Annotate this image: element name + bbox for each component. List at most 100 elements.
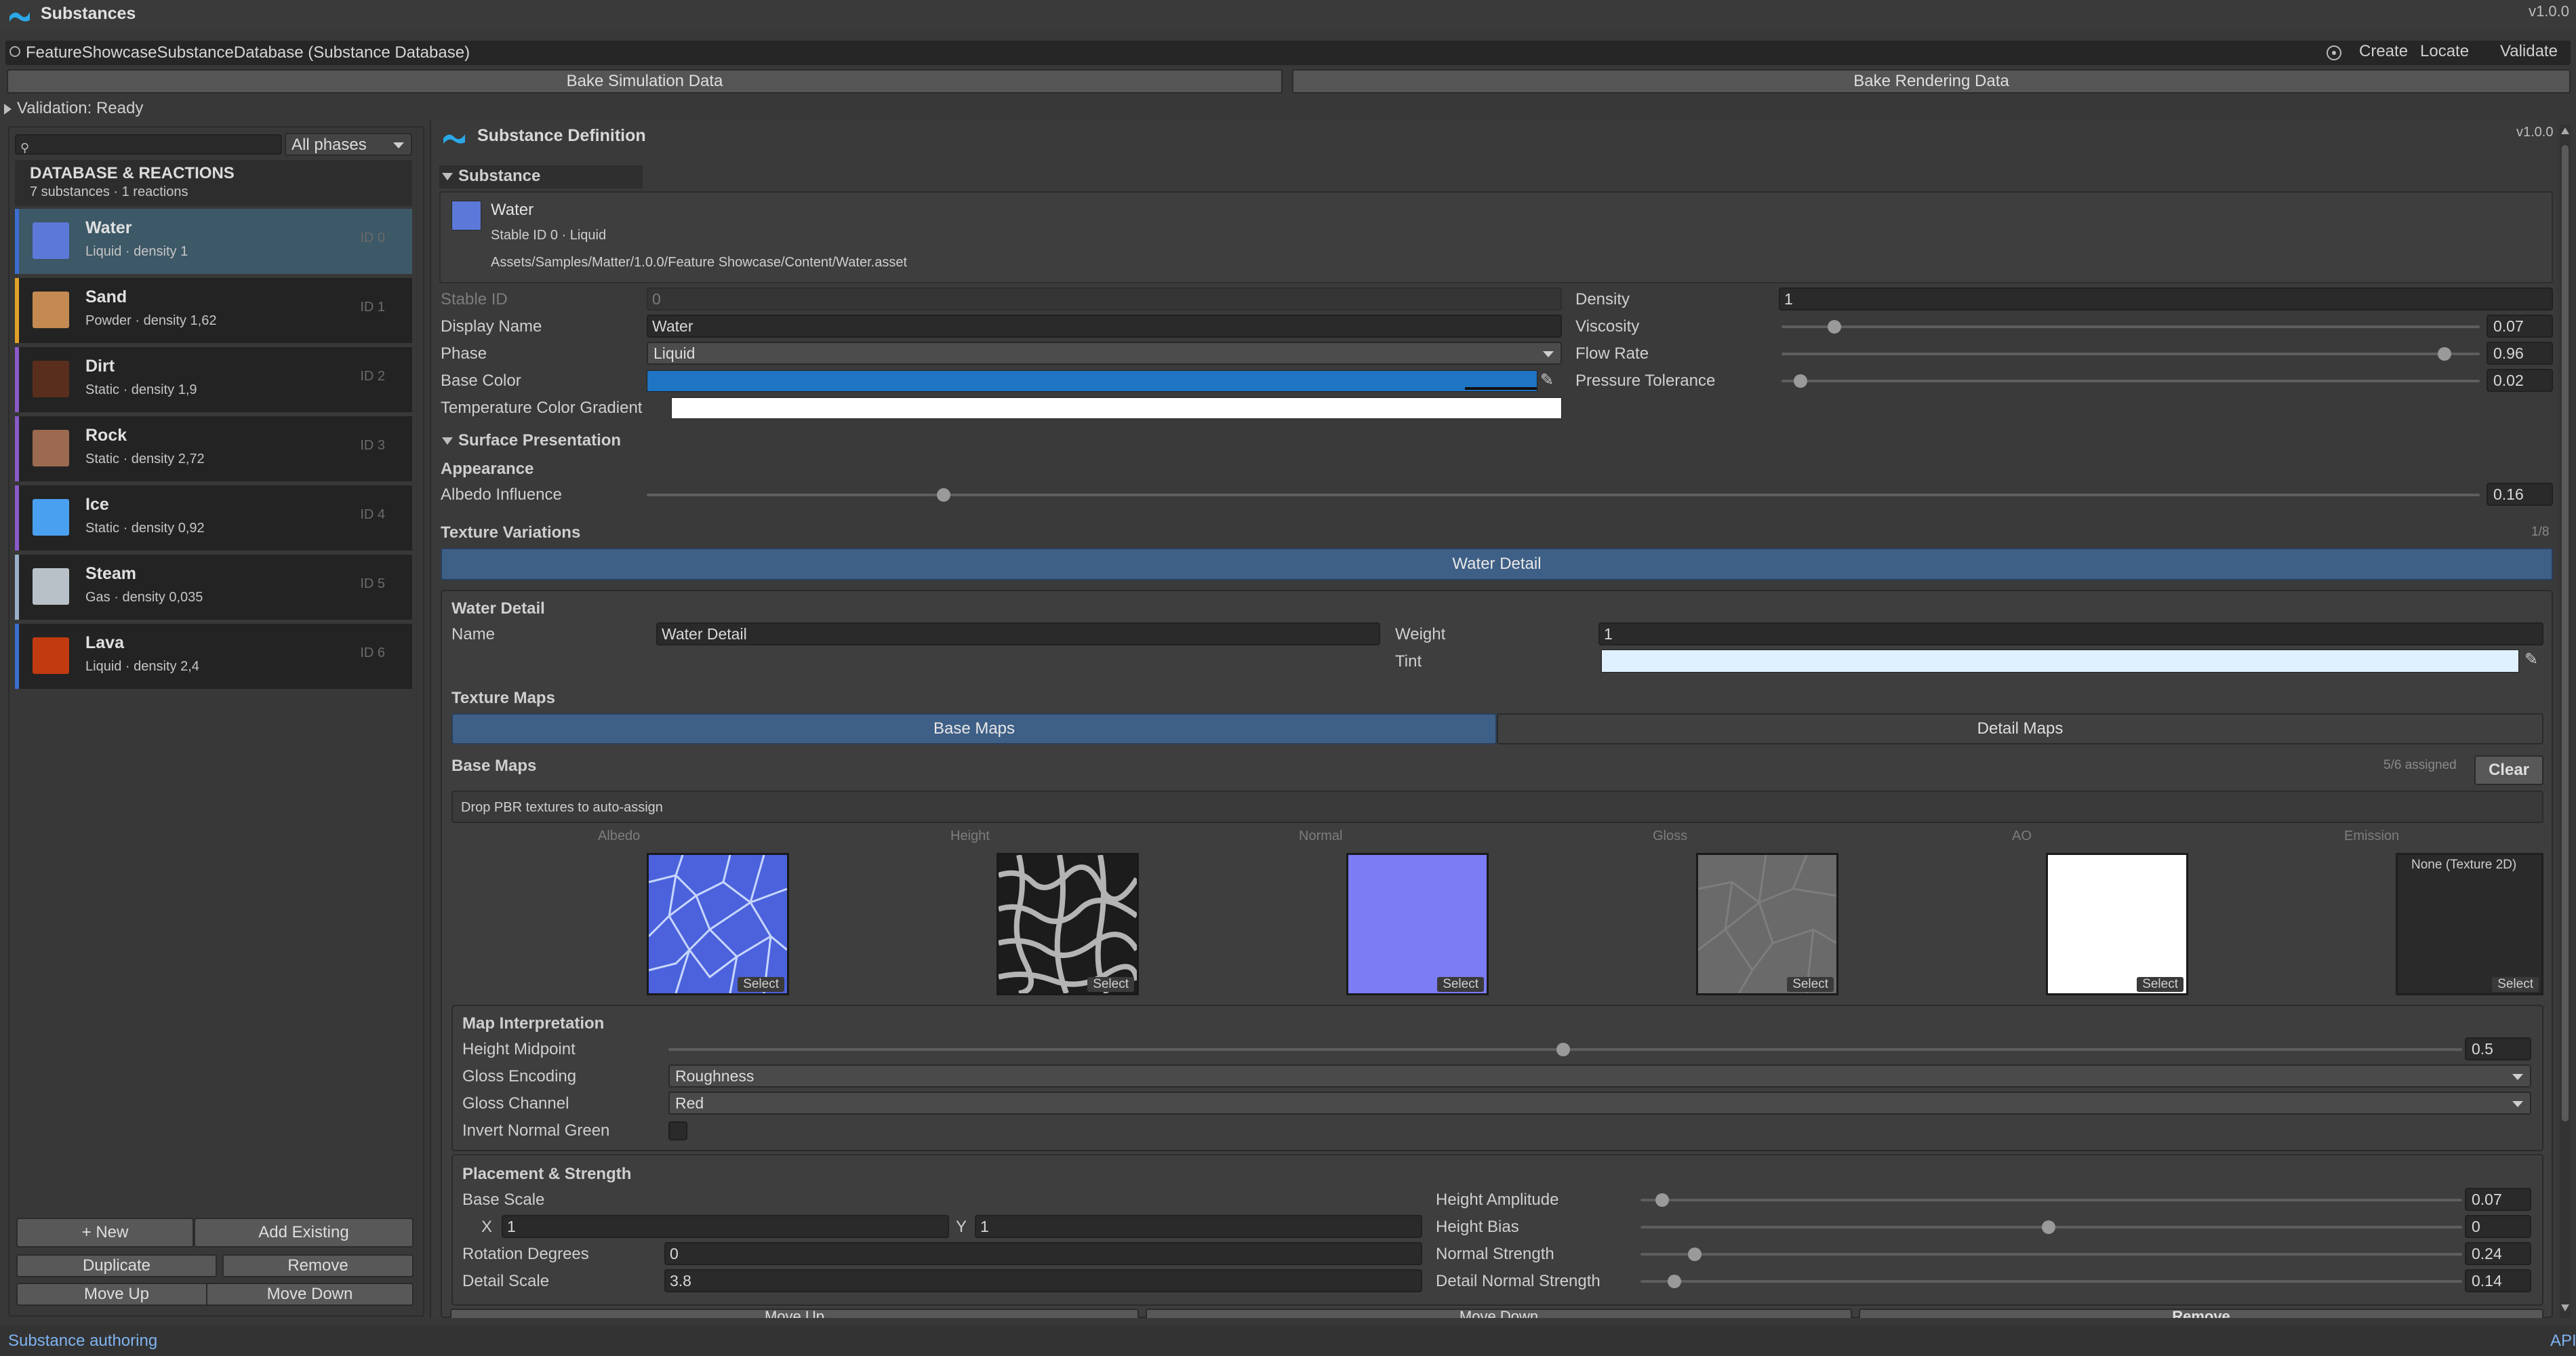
- clear-button[interactable]: Clear: [2474, 755, 2543, 785]
- viscosity-slider[interactable]: [1782, 325, 2480, 328]
- normal-map-slot[interactable]: Select: [1346, 853, 1489, 995]
- gloss-channel-dropdown[interactable]: Red: [668, 1092, 2531, 1115]
- base-scale-y-field[interactable]: 1: [975, 1215, 1422, 1238]
- weight-field[interactable]: 1: [1598, 622, 2543, 645]
- ao-map-slot[interactable]: Select: [2046, 853, 2188, 995]
- albedo-field[interactable]: 0.16: [2487, 483, 2553, 506]
- invert-normal-checkbox[interactable]: [668, 1121, 687, 1140]
- variation-tab-water-detail[interactable]: Water Detail: [441, 548, 2553, 580]
- surface-foldout[interactable]: Surface Presentation: [442, 431, 621, 450]
- tint-eyedropper-icon[interactable]: ✎: [2524, 650, 2538, 669]
- bake-rendering-button[interactable]: Bake Rendering Data: [1292, 69, 2571, 94]
- variation-move-down-button[interactable]: Move Down: [1146, 1309, 1852, 1318]
- height-bias-slider-knob[interactable]: [2042, 1220, 2055, 1234]
- substance-list-item[interactable]: Lava Liquid · density 2,4 ID 6: [15, 624, 412, 689]
- substance-list-item[interactable]: Water Liquid · density 1 ID 0: [15, 209, 412, 274]
- substance-list-item[interactable]: Ice Static · density 0,92 ID 4: [15, 485, 412, 551]
- flow-rate-slider-knob[interactable]: [2438, 347, 2451, 361]
- move-down-button[interactable]: Move Down: [206, 1283, 414, 1306]
- albedo-select-button[interactable]: Select: [738, 977, 784, 992]
- detail-normal-slider[interactable]: [1641, 1280, 2462, 1283]
- albedo-slider-knob[interactable]: [937, 488, 950, 502]
- database-field[interactable]: FeatureShowcaseSubstanceDatabase (Substa…: [26, 43, 470, 62]
- detail-normal-field[interactable]: 0.14: [2465, 1269, 2531, 1292]
- status-left-link[interactable]: Substance authoring: [8, 1332, 157, 1351]
- viscosity-field[interactable]: 0.07: [2487, 315, 2553, 338]
- substance-list-item[interactable]: Steam Gas · density 0,035 ID 5: [15, 555, 412, 620]
- normal-strength-slider-knob[interactable]: [1688, 1248, 1702, 1261]
- substance-list-item[interactable]: Sand Powder · density 1,62 ID 1: [15, 278, 412, 343]
- validate-button[interactable]: Validate: [2500, 42, 2558, 61]
- gloss-encoding-dropdown[interactable]: Roughness: [668, 1064, 2531, 1088]
- target-icon[interactable]: [2327, 45, 2341, 60]
- variation-remove-button[interactable]: Remove: [1859, 1309, 2543, 1318]
- create-button[interactable]: Create: [2359, 42, 2408, 61]
- bake-simulation-button[interactable]: Bake Simulation Data: [7, 69, 1283, 94]
- phase-filter-dropdown[interactable]: All phases: [285, 133, 412, 156]
- move-up-button[interactable]: Move Up: [16, 1283, 217, 1306]
- scrollbar-thumb[interactable]: [2562, 145, 2569, 1121]
- variation-move-up-button[interactable]: Move Up: [450, 1309, 1139, 1318]
- viscosity-slider-knob[interactable]: [1828, 320, 1841, 334]
- tint-swatch[interactable]: [1601, 650, 2519, 673]
- gloss-encoding-value: Roughness: [675, 1067, 754, 1085]
- add-existing-button[interactable]: Add Existing: [194, 1218, 414, 1248]
- albedo-map-slot[interactable]: Select: [647, 853, 789, 995]
- gloss-select-button[interactable]: Select: [1787, 977, 1834, 992]
- density-field[interactable]: 1: [1779, 287, 2553, 311]
- height-amplitude-field[interactable]: 0.07: [2465, 1188, 2531, 1211]
- drop-zone[interactable]: Drop PBR textures to auto-assign: [451, 791, 2543, 823]
- height-map-slot[interactable]: Select: [997, 853, 1139, 995]
- height-midpoint-field[interactable]: 0.5: [2465, 1037, 2531, 1060]
- locate-button[interactable]: Locate: [2420, 42, 2469, 61]
- pressure-slider-knob[interactable]: [1794, 374, 1807, 388]
- base-scale-x-field[interactable]: 1: [502, 1215, 949, 1238]
- height-amplitude-slider[interactable]: [1641, 1199, 2462, 1201]
- variation-name-field[interactable]: Water Detail: [656, 622, 1380, 645]
- scroll-up-icon[interactable]: [2561, 127, 2569, 134]
- gloss-map-slot[interactable]: Select: [1696, 853, 1838, 995]
- flow-rate-field[interactable]: 0.96: [2487, 342, 2553, 365]
- map-label-height: Height: [950, 829, 990, 843]
- normal-strength-slider[interactable]: [1641, 1253, 2462, 1256]
- emission-select-button[interactable]: Select: [2492, 977, 2539, 992]
- display-name-field[interactable]: Water: [647, 315, 1562, 338]
- search-input[interactable]: ⚲: [15, 134, 282, 155]
- height-amplitude-slider-knob[interactable]: [1655, 1193, 1669, 1207]
- detail-scale-field[interactable]: 3.8: [664, 1269, 1422, 1292]
- stable-id-field: 0: [647, 287, 1562, 311]
- normal-strength-field[interactable]: 0.24: [2465, 1242, 2531, 1265]
- remove-button[interactable]: Remove: [222, 1254, 414, 1277]
- eyedropper-icon[interactable]: ✎: [1540, 370, 1554, 390]
- status-api-link[interactable]: API: [2550, 1332, 2576, 1351]
- height-bias-field[interactable]: 0: [2465, 1215, 2531, 1238]
- emission-map-slot[interactable]: None (Texture 2D) Select: [2396, 853, 2543, 995]
- texture-maps-title: Texture Maps: [451, 689, 555, 707]
- height-select-button[interactable]: Select: [1087, 977, 1134, 992]
- albedo-slider[interactable]: [647, 494, 2480, 496]
- ao-select-button[interactable]: Select: [2137, 977, 2183, 992]
- detail-normal-slider-knob[interactable]: [1668, 1275, 1681, 1288]
- normal-strength-label: Normal Strength: [1436, 1245, 1554, 1263]
- substance-foldout[interactable]: Substance: [439, 165, 643, 188]
- scroll-down-icon[interactable]: [2561, 1304, 2569, 1311]
- substance-name: Rock: [85, 426, 127, 445]
- base-color-swatch[interactable]: [647, 370, 1537, 392]
- new-substance-button[interactable]: + New: [16, 1218, 194, 1248]
- phase-dropdown[interactable]: Liquid: [647, 342, 1562, 365]
- scrollbar[interactable]: [2560, 125, 2571, 1318]
- validation-foldout[interactable]: Validation: Ready: [4, 99, 143, 118]
- duplicate-button[interactable]: Duplicate: [16, 1254, 217, 1277]
- height-midpoint-slider-knob[interactable]: [1556, 1043, 1570, 1056]
- rotation-field[interactable]: 0: [664, 1242, 1422, 1265]
- pressure-field[interactable]: 0.02: [2487, 369, 2553, 392]
- flow-rate-slider[interactable]: [1782, 353, 2480, 355]
- pressure-slider[interactable]: [1782, 380, 2480, 382]
- temperature-gradient[interactable]: [671, 397, 1562, 419]
- tab-detail-maps[interactable]: Detail Maps: [1497, 713, 2543, 744]
- normal-select-button[interactable]: Select: [1437, 977, 1484, 992]
- substance-id: ID 3: [360, 438, 385, 453]
- substance-list-item[interactable]: Rock Static · density 2,72 ID 3: [15, 416, 412, 481]
- substance-list-item[interactable]: Dirt Static · density 1,9 ID 2: [15, 347, 412, 412]
- tab-base-maps[interactable]: Base Maps: [451, 713, 1497, 744]
